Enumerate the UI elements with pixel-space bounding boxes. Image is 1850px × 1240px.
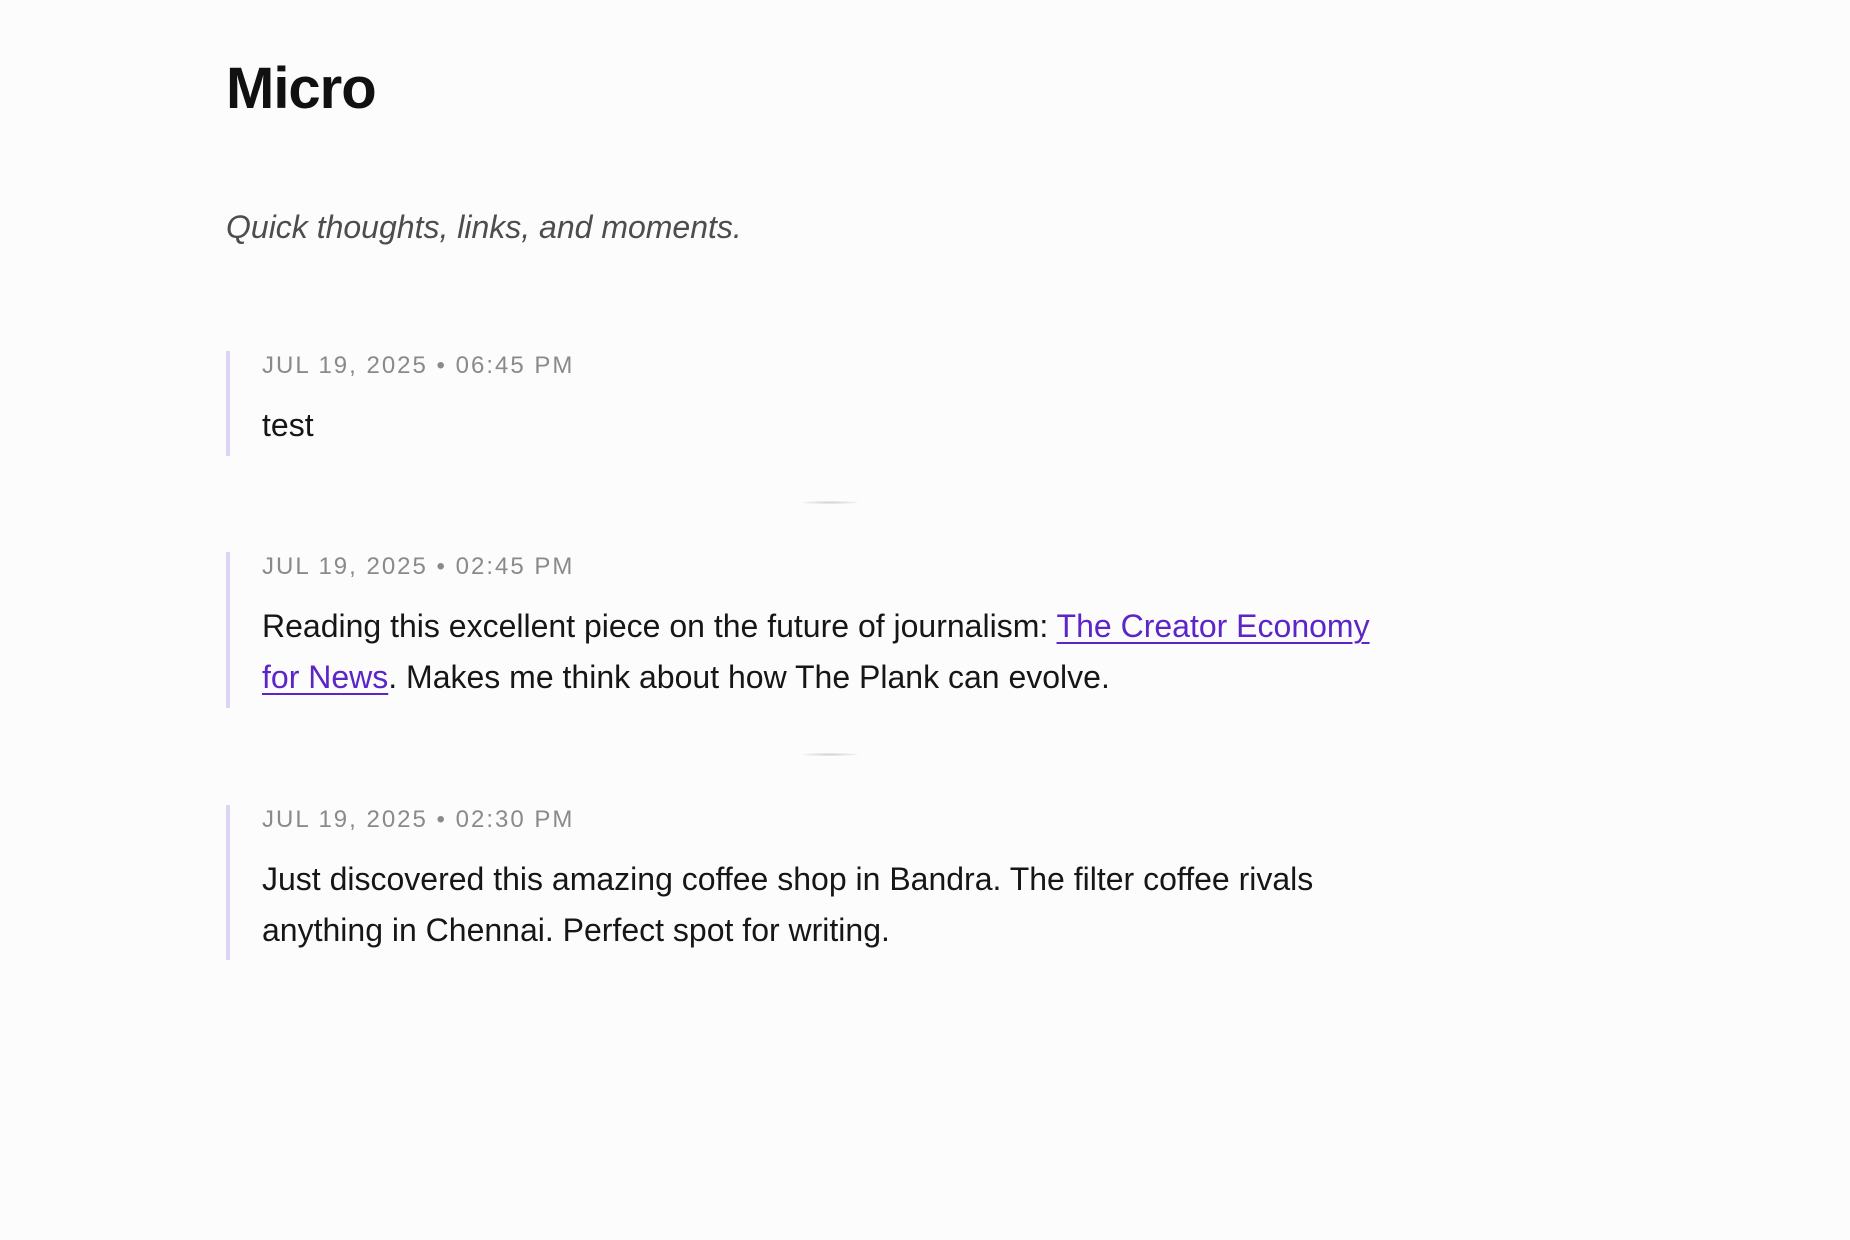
- post-divider: [802, 753, 858, 756]
- post-text: test: [262, 400, 1406, 451]
- post-timestamp: JUL 19, 2025 • 06:45 PM: [262, 352, 575, 379]
- micro-page: Micro Quick thoughts, links, and moments…: [0, 0, 1850, 1240]
- micro-post: JUL 19, 2025 • 02:30 PM Just discovered …: [226, 805, 1406, 960]
- post-text: Just discovered this amazing coffee shop…: [262, 854, 1406, 956]
- micro-post: JUL 19, 2025 • 02:45 PM Reading this exc…: [226, 552, 1406, 708]
- post-divider: [802, 501, 858, 504]
- page-title: Micro: [226, 56, 377, 121]
- micro-post: JUL 19, 2025 • 06:45 PM test: [226, 351, 1406, 456]
- post-text-before-link: Reading this excellent piece on the futu…: [262, 608, 1057, 644]
- page-subtitle: Quick thoughts, links, and moments.: [226, 209, 742, 245]
- post-text-after-link: . Makes me think about how The Plank can…: [388, 659, 1110, 695]
- post-text-content: test: [262, 407, 314, 443]
- post-text-content: Just discovered this amazing coffee shop…: [262, 861, 1314, 948]
- post-text: Reading this excellent piece on the futu…: [262, 601, 1406, 703]
- post-timestamp: JUL 19, 2025 • 02:30 PM: [262, 806, 575, 833]
- post-timestamp: JUL 19, 2025 • 02:45 PM: [262, 553, 575, 580]
